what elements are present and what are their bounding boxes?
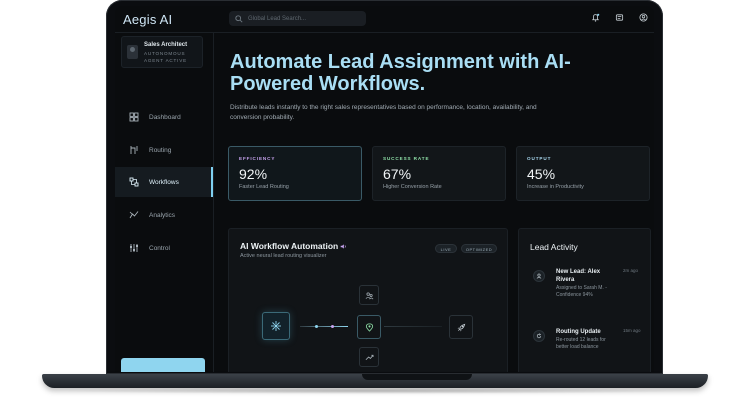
activity-time: 15m ago [623,328,641,333]
workflow-icon [129,177,139,187]
lead-activity-panel: Lead Activity New Lead: Alex Rivera Assi… [518,228,651,372]
workflow-title: AI Workflow Automation [240,241,347,251]
activity-title: New Lead: Alex Rivera [556,269,601,283]
sidebar-item-label: Control [149,244,170,252]
optimized-badge: OPTIMIZED [461,244,497,253]
lead-activity-title: Lead Activity [530,242,578,252]
main-content: Automate Lead Assignment with AI-Powered… [213,32,654,372]
stat-caption: Higher Conversion Rate [383,184,442,190]
route-icon [130,146,138,154]
activity-icon-wrap [533,270,545,282]
account-icon[interactable] [639,13,648,22]
search-icon [235,14,243,23]
stat-value: 45% [527,166,556,182]
activity-title: Routing Update [556,329,601,335]
workflow-performance-node[interactable] [359,347,379,367]
sidebar-item-dashboard[interactable]: Dashboard [115,102,213,132]
profile-name: Sales Architect [144,42,188,48]
sidebar-item-label: Dashboard [149,113,181,121]
laptop-base [42,374,708,388]
activity-detail: Re-routed 12 leads for better load balan… [556,337,606,350]
stat-label: EFFICIENCY [239,156,276,161]
sidebar-item-label: Workflows [149,178,179,186]
flow-line [300,326,348,327]
flow-line [384,326,442,327]
team-icon [365,292,373,299]
profile-card[interactable]: Sales Architect AUTONOMOUS AGENT ACTIVE [121,36,203,68]
sidebar-item-analytics[interactable]: Analytics [115,200,213,230]
stat-value: 92% [239,166,268,182]
flow-dot [315,325,318,328]
sidebar: Sales Architect AUTONOMOUS AGENT ACTIVE … [115,32,214,372]
grid-icon [129,112,139,122]
inbox-icon[interactable] [615,13,624,22]
laptop-shadow [60,388,690,394]
laptop-notch [362,374,472,380]
user-icon [536,273,542,279]
control-icon [130,244,138,252]
location-pin-icon [365,322,373,332]
sound-icon [340,244,346,249]
stat-card-efficiency[interactable]: EFFICIENCY 92% Faster Lead Routing [228,146,362,201]
app-screen: Aegis AI Global Lead Search... Sales Arc… [115,6,654,372]
activity-detail: Assigned to Sarah M. - Confidence 94% [556,285,607,298]
search-input[interactable]: Global Lead Search... [229,11,366,26]
refresh-icon [536,333,542,339]
workflow-team-node[interactable] [359,285,379,305]
sidebar-item-control[interactable]: Control [115,233,213,263]
flow-dot [331,325,334,328]
stat-label: OUTPUT [527,156,552,161]
stat-value: 67% [383,166,412,182]
sidebar-item-label: Routing [149,146,172,154]
trend-up-icon [365,354,373,360]
stat-card-output[interactable]: OUTPUT 45% Increase in Productivity [516,146,650,201]
network-icon [271,321,281,331]
stat-label: SUCCESS RATE [383,156,430,161]
profile-status: AUTONOMOUS AGENT ACTIVE [144,51,187,63]
sidebar-action-button[interactable] [121,358,205,372]
workflow-launch-node[interactable] [449,315,473,339]
sidebar-item-routing[interactable]: Routing [115,135,213,165]
workflow-subtitle: Active neural lead routing visualizer [240,253,327,259]
live-badge: LIVE [435,244,457,253]
sidebar-item-workflows[interactable]: Workflows [115,167,213,197]
avatar [127,45,138,59]
workflow-panel: AI Workflow Automation Active neural lea… [228,228,508,372]
workflow-source-node[interactable] [262,312,290,340]
activity-time: 2m ago [623,268,639,273]
rocket-icon [457,323,465,331]
analytics-icon [129,211,139,219]
notification-bell-icon[interactable] [591,13,600,22]
activity-icon-wrap [533,330,545,342]
sidebar-item-label: Analytics [149,211,176,219]
page-title: Automate Lead Assignment with AI-Powered… [230,51,571,95]
stat-caption: Increase in Productivity [527,184,584,190]
workflow-location-node[interactable] [357,315,381,339]
top-bar: Aegis AI Global Lead Search... [115,6,654,33]
search-placeholder: Global Lead Search... [248,15,307,22]
stat-caption: Faster Lead Routing [239,184,289,190]
brand-logo: Aegis AI [123,12,173,27]
stat-card-success-rate[interactable]: SUCCESS RATE 67% Higher Conversion Rate [372,146,506,201]
page-description: Distribute leads instantly to the right … [230,104,537,121]
